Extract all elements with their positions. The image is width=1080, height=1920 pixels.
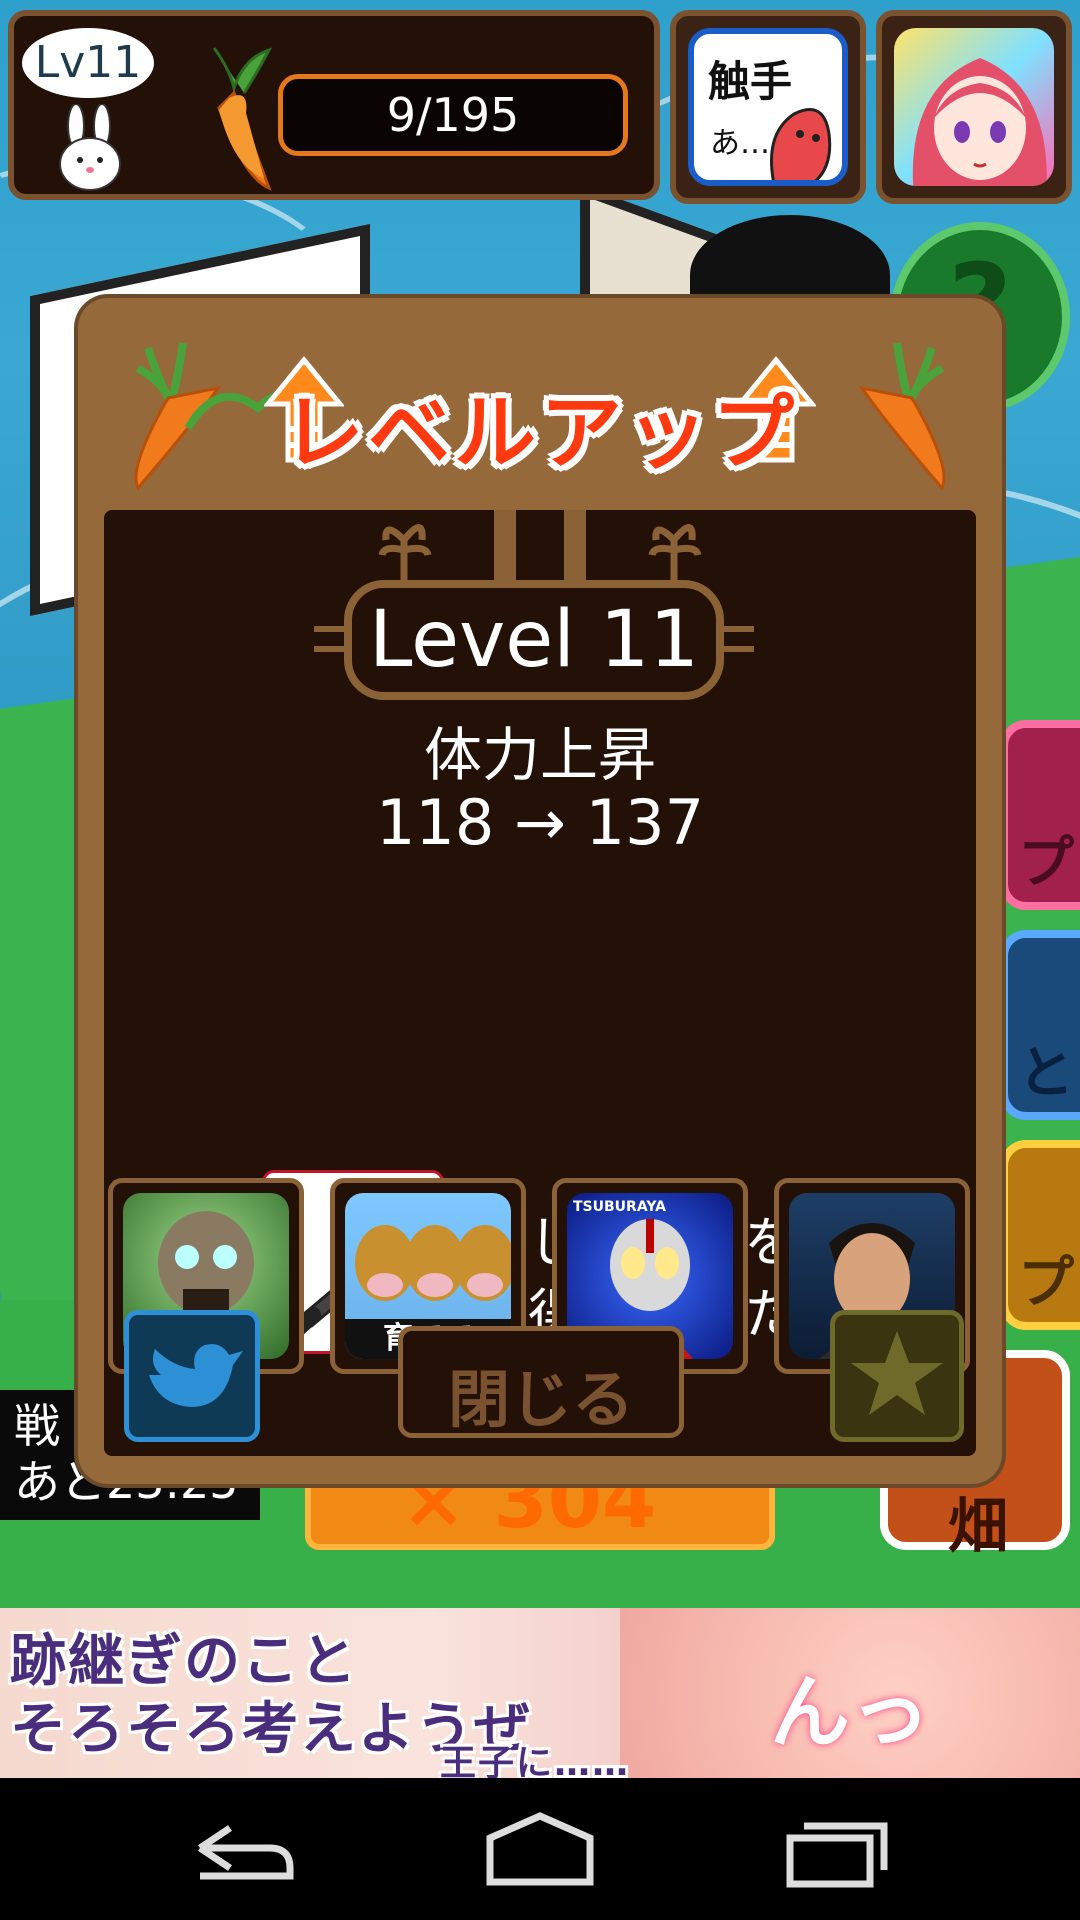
ad-exclaim: んっ [770, 1666, 930, 1759]
plate-post [564, 510, 586, 582]
side-button: と [1000, 930, 1080, 1120]
top-app-tentacle[interactable]: 触手 あ… [670, 10, 866, 204]
farm-button-label: 畑 [948, 1492, 1008, 1562]
level-up-dialog: レベルアップ Level 11 体力上昇 118 → 137 新しい装備を 獲得… [78, 298, 1002, 1484]
tentacle-icon [770, 108, 832, 180]
side-button: プ [1000, 1140, 1080, 1330]
anime-girl-icon [912, 58, 1047, 186]
sprout-icon [648, 524, 702, 580]
level-up-title: レベルアップ [281, 386, 798, 481]
side-button-label: プ [1018, 1251, 1074, 1316]
top-app-anime-girl[interactable] [876, 10, 1072, 204]
side-button-label: プ [1018, 831, 1074, 896]
rabbit-icon [59, 104, 121, 191]
stamina-bar: 9/195 [278, 74, 628, 156]
carrot-icon [212, 47, 273, 191]
ad-banner[interactable]: 跡継ぎのこと そろそろ考えようぜ 王子に…… んっ [0, 1608, 1080, 1778]
home-icon[interactable] [460, 1798, 620, 1898]
twitter-bird-icon [149, 1344, 243, 1407]
sprout-icon [378, 524, 432, 580]
dialog-header: レベルアップ [78, 298, 1002, 508]
side-button: プ [1000, 720, 1080, 910]
ad-text: 王子に…… [440, 1743, 631, 1778]
system-nav-bar [0, 1778, 1080, 1920]
back-icon[interactable] [160, 1798, 320, 1898]
recents-icon[interactable] [760, 1798, 920, 1898]
close-button-label: 閉じる [447, 1363, 634, 1436]
side-button-label: と [1018, 1041, 1074, 1106]
twitter-share-button[interactable] [124, 1310, 260, 1442]
close-button[interactable]: 閉じる [398, 1326, 684, 1438]
new-level-plate: Level 11 [344, 580, 724, 700]
plate-post [494, 510, 516, 582]
player-status-panel[interactable]: Lv11 9/195 [8, 10, 660, 200]
stat-label: 体力上昇 [423, 721, 656, 789]
favorite-button[interactable] [830, 1310, 964, 1442]
stat-change: 118 → 137 [375, 786, 705, 859]
star-icon [851, 1331, 943, 1415]
player-level-badge: Lv11 [22, 28, 154, 98]
app-caption: TSUBURAYA [573, 1199, 666, 1215]
